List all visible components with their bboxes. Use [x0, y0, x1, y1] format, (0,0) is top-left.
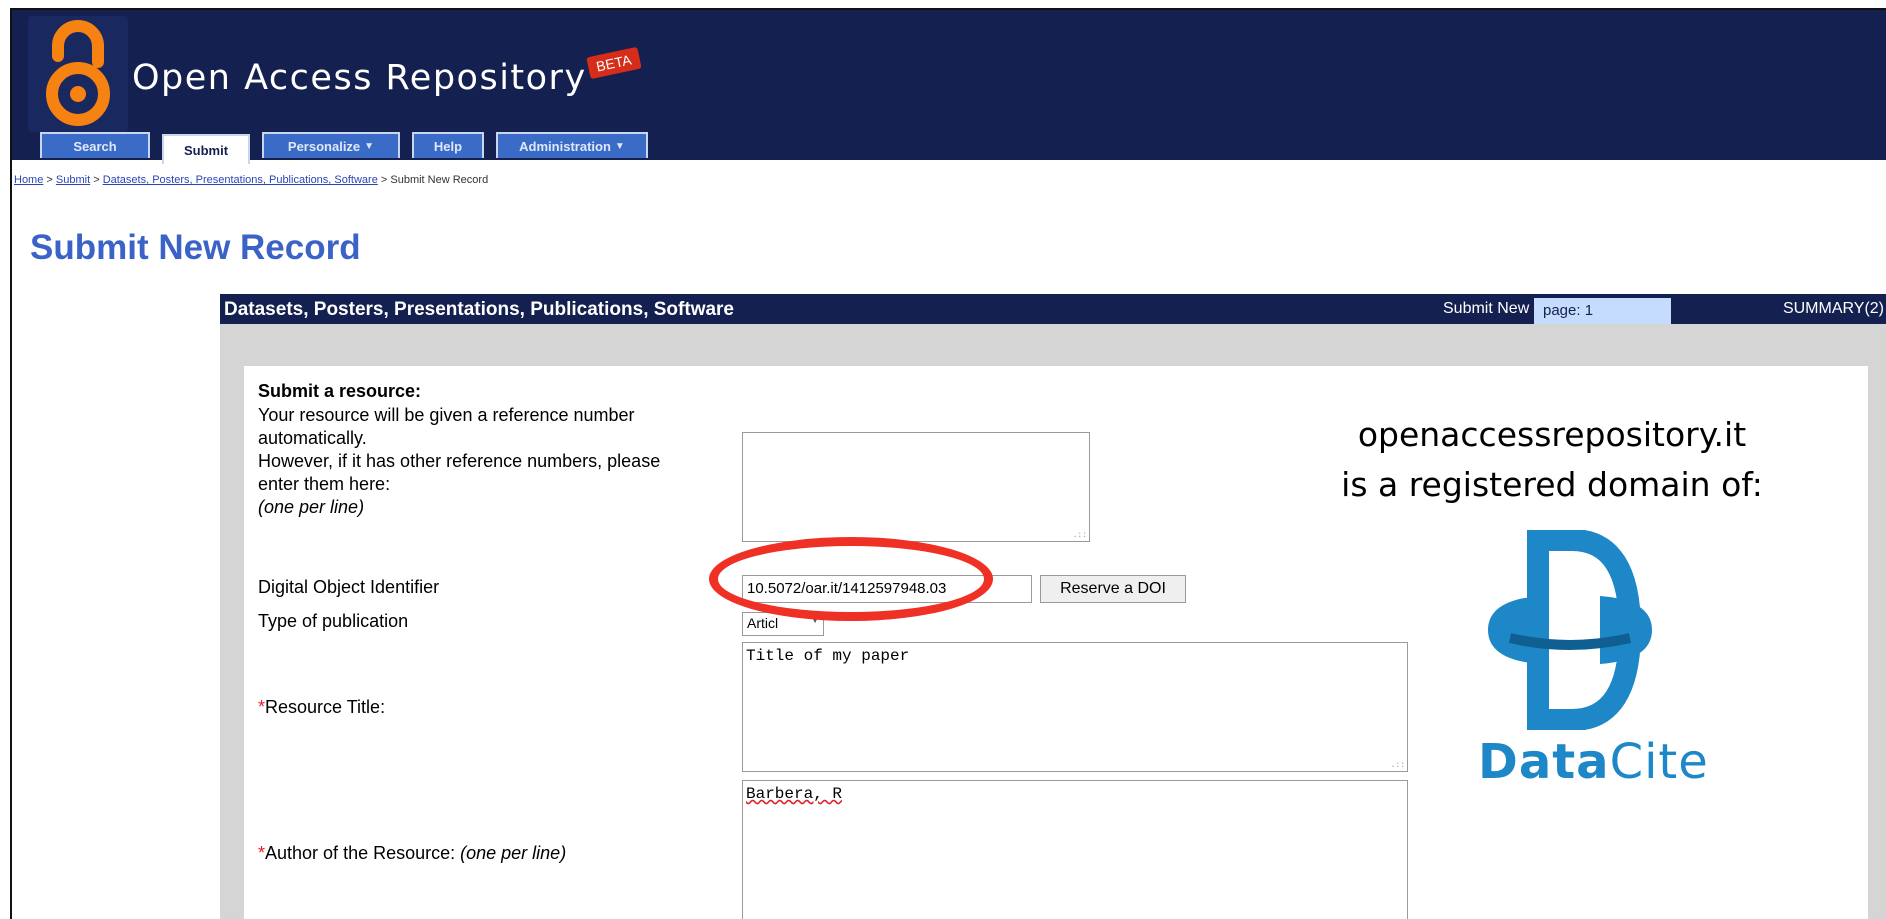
collection-name: Datasets, Posters, Presentations, Public…	[224, 299, 734, 320]
breadcrumb-home-link[interactable]: Home	[14, 174, 43, 186]
ref-label-line-4: enter them here:	[258, 474, 391, 494]
reserve-doi-button[interactable]: Reserve a DOI	[1040, 575, 1186, 603]
summary-link[interactable]: SUMMARY(2)	[1783, 300, 1884, 318]
doi-input[interactable]: 10.5072/oar.it/1412597948.03	[742, 575, 1032, 603]
publication-type-select[interactable]: Articl ▼	[742, 612, 824, 636]
doi-label: Digital Object Identifier	[258, 577, 440, 597]
beta-badge: BETA	[586, 46, 642, 80]
datacite-wordmark: DataCite	[1478, 734, 1709, 790]
domain-note: openaccessrepository.it is a registered …	[1292, 410, 1812, 510]
breadcrumb-current: Submit New Record	[390, 174, 489, 186]
open-access-logo-icon[interactable]	[28, 16, 128, 132]
chevron-down-icon: ▼	[614, 140, 625, 152]
ref-label-line-1: Your resource will be given a reference …	[258, 405, 635, 425]
breadcrumb-submit-link[interactable]: Submit	[56, 174, 90, 186]
publication-type-label: Type of publication	[258, 611, 409, 631]
breadcrumb-collection-link[interactable]: Datasets, Posters, Presentations, Public…	[103, 174, 378, 186]
site-header: Open Access Repository BETA Search Submi…	[12, 10, 1886, 164]
resource-title-label: *Resource Title:	[258, 697, 386, 717]
tab-submit[interactable]: Submit	[162, 134, 250, 164]
tab-personalize[interactable]: Personalize ▼	[262, 132, 400, 158]
form-heading: Submit a resource:	[258, 381, 422, 401]
ref-label-hint: (one per line)	[258, 497, 365, 517]
domain-note-line-1: openaccessrepository.it	[1357, 415, 1747, 454]
page-indicator[interactable]: page: 1	[1534, 298, 1671, 326]
domain-note-line-2: is a registered domain of:	[1341, 465, 1763, 504]
datacite-logo-icon	[1480, 529, 1660, 731]
site-title: Open Access Repository	[132, 58, 587, 98]
tab-help[interactable]: Help	[412, 132, 484, 158]
resize-grip-icon[interactable]: .::	[1391, 761, 1405, 770]
author-label: *Author of the Resource: (one per line)	[258, 843, 567, 863]
browser-frame: Open Access Repository BETA Search Submi…	[10, 8, 1886, 919]
ref-label-line-2: automatically.	[258, 428, 367, 448]
tab-administration[interactable]: Administration ▼	[496, 132, 648, 158]
submission-panel-header: Datasets, Posters, Presentations, Public…	[220, 294, 1886, 326]
ref-label-line-3: However, if it has other reference numbe…	[258, 451, 661, 471]
tab-search[interactable]: Search	[40, 132, 150, 158]
breadcrumb: Home > Submit > Datasets, Posters, Prese…	[14, 174, 489, 186]
reference-numbers-textarea[interactable]: .::	[742, 432, 1090, 542]
chevron-down-icon: ▼	[364, 140, 375, 152]
chevron-down-icon: ▼	[810, 615, 820, 626]
page-title: Submit New Record	[30, 228, 361, 267]
resize-grip-icon[interactable]: .::	[1073, 531, 1087, 540]
author-textarea[interactable]: Barbera, R .::	[742, 780, 1408, 919]
resource-title-textarea[interactable]: Title of my paper .::	[742, 642, 1408, 772]
